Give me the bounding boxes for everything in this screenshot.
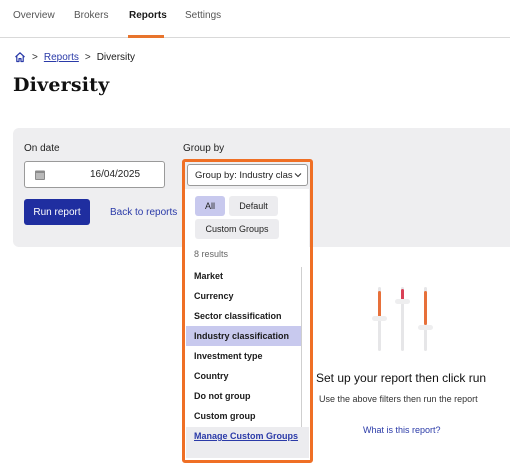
filter-pill-all[interactable]: All bbox=[195, 196, 225, 216]
run-report-button[interactable]: Run report bbox=[24, 199, 90, 225]
tab-settings[interactable]: Settings bbox=[185, 10, 221, 21]
option-do-not-group[interactable]: Do not group bbox=[186, 386, 302, 406]
tab-overview[interactable]: Overview bbox=[13, 10, 55, 21]
group-by-value: Group by: Industry classification bbox=[195, 170, 293, 181]
option-market[interactable]: Market bbox=[186, 266, 302, 286]
back-to-reports-link[interactable]: Back to reports bbox=[110, 207, 177, 218]
active-tab-indicator bbox=[128, 35, 164, 38]
on-date-label: On date bbox=[24, 143, 60, 154]
option-investment-type[interactable]: Investment type bbox=[186, 346, 302, 366]
sliders-icon bbox=[372, 287, 433, 351]
option-country[interactable]: Country bbox=[186, 366, 302, 386]
top-nav: Overview Brokers Reports Settings bbox=[0, 0, 510, 38]
group-by-select[interactable]: Group by: Industry classification bbox=[187, 164, 308, 186]
dropdown-scrollbar[interactable] bbox=[301, 267, 302, 427]
calendar-icon bbox=[35, 170, 45, 180]
date-input[interactable]: 16/04/2025 bbox=[24, 161, 165, 188]
home-icon[interactable] bbox=[14, 51, 26, 63]
what-is-this-report-link[interactable]: What is this report? bbox=[363, 425, 441, 435]
breadcrumb-reports-link[interactable]: Reports bbox=[44, 52, 79, 63]
filter-pill-custom-groups[interactable]: Custom Groups bbox=[195, 219, 279, 239]
option-industry-classification[interactable]: Industry classification bbox=[186, 326, 302, 346]
breadcrumb-current: Diversity bbox=[96, 51, 136, 63]
tab-reports[interactable]: Reports bbox=[129, 10, 167, 21]
tab-brokers[interactable]: Brokers bbox=[74, 10, 108, 21]
manage-custom-groups-link[interactable]: Manage Custom Groups bbox=[186, 427, 309, 458]
empty-state-title: Set up your report then click run bbox=[316, 371, 487, 385]
filter-pill-default[interactable]: Default bbox=[229, 196, 278, 216]
chevron-down-icon bbox=[294, 173, 302, 178]
empty-state-subtitle: Use the above filters then run the repor… bbox=[319, 394, 478, 404]
page-title: Diversity bbox=[13, 74, 110, 96]
option-custom-group[interactable]: Custom group bbox=[186, 406, 302, 426]
breadcrumb-separator: > bbox=[32, 51, 38, 63]
option-sector-classification[interactable]: Sector classification bbox=[186, 306, 302, 326]
option-currency[interactable]: Currency bbox=[186, 286, 302, 306]
date-value: 16/04/2025 bbox=[90, 169, 141, 180]
results-count: 8 results bbox=[194, 249, 229, 259]
breadcrumb: > Reports > Diversity bbox=[14, 51, 135, 63]
breadcrumb-separator: > bbox=[84, 51, 91, 63]
group-by-label: Group by bbox=[183, 143, 225, 154]
